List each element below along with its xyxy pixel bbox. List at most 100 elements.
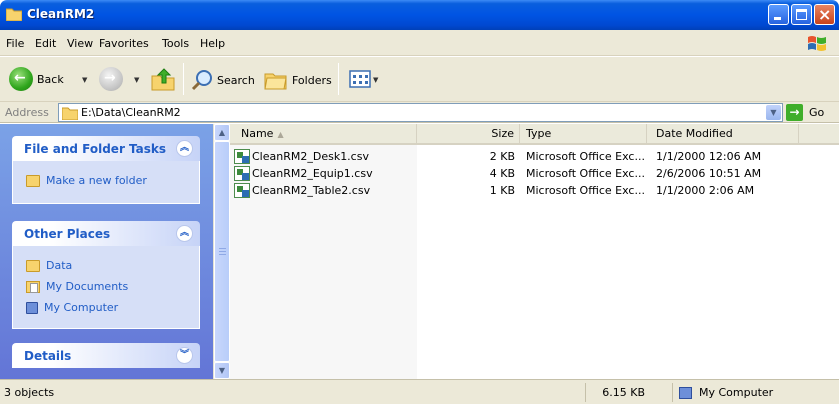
expand-icon[interactable]: ︾ xyxy=(176,347,193,364)
panel-header[interactable]: Details ︾ xyxy=(12,343,200,368)
file-size: 1 KB xyxy=(489,184,515,197)
views-dropdown-icon[interactable]: ▼ xyxy=(373,76,378,84)
go-button[interactable]: → Go xyxy=(786,104,824,121)
file-name: CleanRM2_Table2.csv xyxy=(252,184,371,197)
panel-title: Details xyxy=(24,349,72,363)
menu-tools[interactable]: Tools xyxy=(162,37,189,50)
back-button[interactable]: ← Back xyxy=(9,67,64,91)
window-title: CleanRM2 xyxy=(27,7,95,21)
menu-bar: File Edit View Favorites Tools Help xyxy=(0,30,839,56)
toolbar-separator xyxy=(338,63,339,95)
place-my-computer[interactable]: My Computer xyxy=(13,297,199,318)
search-icon xyxy=(191,70,212,91)
place-label: My Computer xyxy=(44,301,119,314)
column-date-modified[interactable]: Date Modified xyxy=(647,124,799,143)
maximize-button[interactable] xyxy=(791,4,812,25)
file-type: Microsoft Office Exc... xyxy=(526,167,645,180)
title-bar[interactable]: CleanRM2 × xyxy=(0,0,839,30)
forward-button[interactable]: → xyxy=(99,67,123,91)
menu-view[interactable]: View xyxy=(67,37,93,50)
file-size: 2 KB xyxy=(489,150,515,163)
new-folder-icon xyxy=(26,174,40,187)
folder-icon xyxy=(6,8,22,21)
status-object-count: 3 objects xyxy=(4,386,55,399)
my-computer-icon xyxy=(26,301,38,314)
scroll-down-icon[interactable]: ▼ xyxy=(214,362,230,379)
back-label: Back xyxy=(37,72,64,86)
scroll-up-icon[interactable]: ▲ xyxy=(214,124,230,141)
file-row[interactable]: CleanRM2_Desk1.csv 2 KB Microsoft Office… xyxy=(230,149,839,165)
back-arrow-icon: ← xyxy=(9,67,33,91)
search-label: Search xyxy=(217,73,255,87)
views-button[interactable] xyxy=(349,69,371,89)
go-arrow-icon: → xyxy=(786,104,803,121)
file-type: Microsoft Office Exc... xyxy=(526,150,645,163)
toolbar-separator xyxy=(183,63,184,95)
place-label: My Documents xyxy=(46,280,129,293)
minimize-button[interactable] xyxy=(768,4,789,25)
status-bar: 3 objects 6.15 KB My Computer xyxy=(0,379,839,404)
minimize-icon xyxy=(774,17,781,20)
menu-favorites[interactable]: Favorites xyxy=(99,37,149,50)
collapse-icon[interactable]: ︽ xyxy=(176,225,193,242)
column-type[interactable]: Type xyxy=(520,124,647,143)
close-button[interactable]: × xyxy=(814,4,835,25)
column-size[interactable]: Size xyxy=(417,124,520,143)
column-label: Size xyxy=(491,127,514,140)
address-label: Address xyxy=(5,106,49,119)
file-row[interactable]: CleanRM2_Equip1.csv 4 KB Microsoft Offic… xyxy=(230,166,839,182)
maximize-icon xyxy=(796,9,807,20)
menu-edit[interactable]: Edit xyxy=(35,37,56,50)
file-name: CleanRM2_Desk1.csv xyxy=(252,150,369,163)
my-documents-icon xyxy=(26,280,40,293)
excel-csv-icon xyxy=(234,166,250,181)
file-date: 1/1/2000 12:06 AM xyxy=(656,150,762,163)
panel-header[interactable]: Other Places ︽ xyxy=(12,221,200,246)
scroll-thumb[interactable] xyxy=(214,141,230,362)
up-folder-button[interactable] xyxy=(150,67,176,91)
address-input[interactable]: E:\Data\CleanRM2 ▼ xyxy=(58,103,783,122)
folders-button[interactable]: Folders xyxy=(264,69,332,91)
file-folder-tasks-panel: File and Folder Tasks ︽ Make a new folde… xyxy=(12,136,200,204)
other-places-panel: Other Places ︽ Data My Documents My Comp… xyxy=(12,221,200,329)
column-name[interactable]: Name ▲ xyxy=(230,124,417,143)
details-panel: Details ︾ xyxy=(12,343,200,368)
address-dropdown-icon[interactable]: ▼ xyxy=(766,105,781,120)
collapse-icon[interactable]: ︽ xyxy=(176,140,193,157)
status-size: 6.15 KB xyxy=(602,386,645,399)
place-my-documents[interactable]: My Documents xyxy=(13,276,199,297)
excel-csv-icon xyxy=(234,149,250,164)
windows-logo-icon xyxy=(808,36,826,51)
search-button[interactable]: Search xyxy=(191,69,255,91)
close-icon: × xyxy=(818,5,832,24)
menu-help[interactable]: Help xyxy=(200,37,225,50)
views-icon xyxy=(349,70,371,88)
status-location-panel: My Computer xyxy=(672,383,839,402)
status-location: My Computer xyxy=(699,386,774,399)
back-dropdown-icon[interactable]: ▼ xyxy=(82,76,87,84)
file-date: 2/6/2006 10:51 AM xyxy=(656,167,762,180)
column-label: Type xyxy=(526,127,552,140)
folder-icon xyxy=(62,107,78,120)
panel-header[interactable]: File and Folder Tasks ︽ xyxy=(12,136,200,161)
folders-icon xyxy=(264,73,287,90)
file-row[interactable]: CleanRM2_Table2.csv 1 KB Microsoft Offic… xyxy=(230,183,839,199)
toolbar xyxy=(0,57,839,102)
sort-ascending-icon: ▲ xyxy=(277,130,284,139)
my-computer-icon xyxy=(679,386,692,399)
menu-file[interactable]: File xyxy=(6,37,24,50)
file-name: CleanRM2_Equip1.csv xyxy=(252,167,373,180)
column-label: Name xyxy=(241,127,274,140)
folders-label: Folders xyxy=(292,73,332,87)
file-date: 1/1/2000 2:06 AM xyxy=(656,184,755,197)
go-label: Go xyxy=(809,106,825,119)
file-list: Name ▲ Size Type Date Modified CleanRM2_D… xyxy=(230,124,839,379)
status-size-panel: 6.15 KB xyxy=(585,383,665,402)
task-make-new-folder[interactable]: Make a new folder xyxy=(13,170,199,191)
panel-title: File and Folder Tasks xyxy=(24,142,167,156)
forward-dropdown-icon[interactable]: ▼ xyxy=(134,76,139,84)
file-size: 4 KB xyxy=(489,167,515,180)
excel-csv-icon xyxy=(234,183,250,198)
place-data[interactable]: Data xyxy=(13,255,199,276)
task-pane-scrollbar[interactable]: ▲ ▼ xyxy=(213,124,230,379)
